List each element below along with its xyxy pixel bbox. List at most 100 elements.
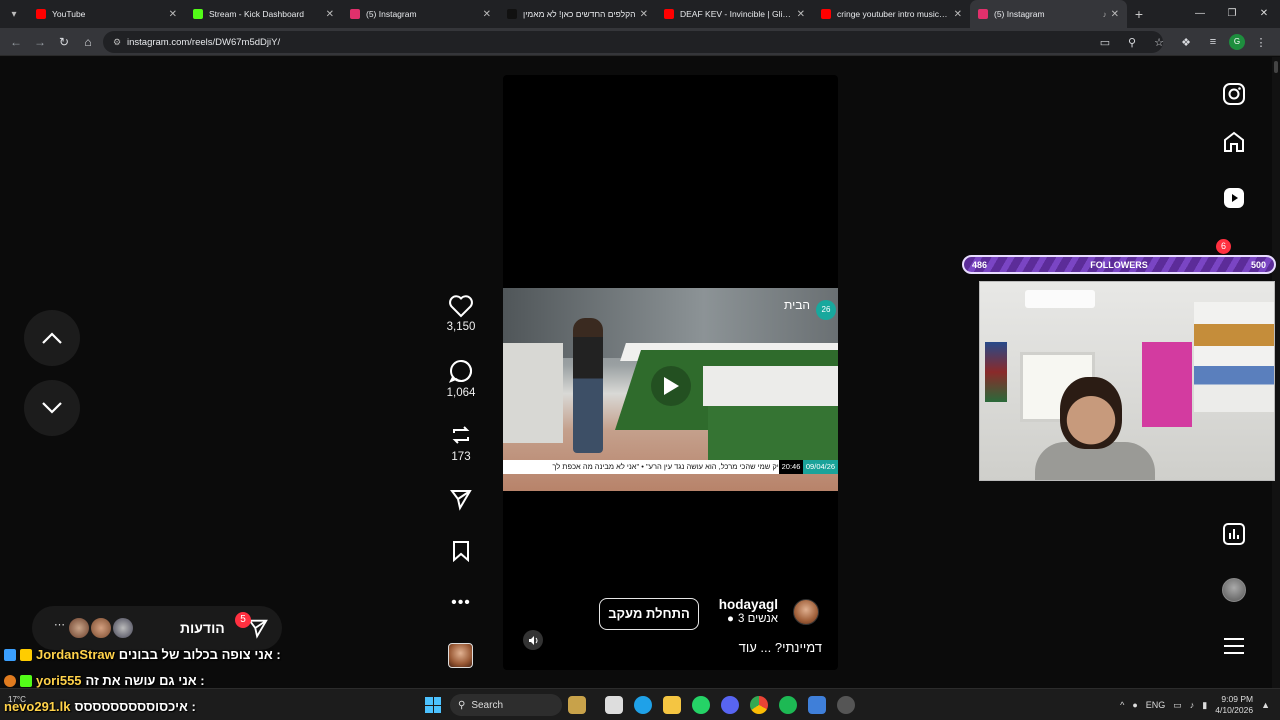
restore-button[interactable]: ❐ [1216,0,1248,28]
whatsapp-icon[interactable] [692,696,710,714]
tab-title: DEAF KEV - Invincible | Glitch H [680,9,793,19]
person-in-video [573,318,603,453]
browser-tab[interactable]: cringe youtuber intro music - Y ✕ [813,0,970,28]
discord-icon[interactable] [721,696,739,714]
system-tray: ^ ● ENG ▭ ♪ ▮ 9:09 PM 4/10/2026 ▲ [1120,689,1270,720]
file-explorer-icon[interactable] [663,696,681,714]
close-tab-icon[interactable]: ✕ [326,9,334,20]
obs-icon[interactable] [837,696,855,714]
follow-button[interactable]: התחלת מעקב [599,598,699,630]
mute-button[interactable] [523,630,543,650]
close-tab-icon[interactable]: ✕ [797,9,805,20]
comment-count: 1,064 [446,387,476,399]
repost-icon[interactable] [449,422,473,448]
notification-bell-icon[interactable]: ▲ [1261,700,1270,710]
chat-text: איכסוססססססססס : [74,699,196,714]
browser-tab[interactable]: (5) Instagram ♪ ✕ [970,0,1127,28]
zoom-icon[interactable]: ⚲ [1121,36,1143,49]
user-icon: ● [727,613,734,625]
browser-tab[interactable]: YouTube ✕ [28,0,185,28]
audio-thumbnail[interactable] [448,643,473,668]
edge-icon[interactable] [634,696,652,714]
reel-author-avatar[interactable] [793,599,819,625]
chrome-icon[interactable] [750,696,768,714]
hamburger-menu-icon[interactable] [1218,630,1250,662]
network-icon[interactable]: ▭ [1173,700,1182,711]
close-tab-icon[interactable]: ✕ [483,9,491,20]
reel-player[interactable]: הבית 26 זה מצחיק שמי שהכי מרכל, הוא עושה… [503,75,838,670]
browser-tab[interactable]: DEAF KEV - Invincible | Glitch H ✕ [656,0,813,28]
profile-avatar[interactable]: G [1229,34,1245,50]
close-tab-icon[interactable]: ✕ [954,9,962,20]
start-button[interactable] [425,697,441,713]
notepad-icon[interactable] [808,696,826,714]
browser-tab[interactable]: (5) Instagram ✕ [342,0,499,28]
forward-button[interactable]: → [28,35,52,49]
widgets-icon[interactable] [568,696,586,714]
chat-text: אני צופה בכלוב של בבונים : [118,647,281,662]
language-indicator[interactable]: ENG [1146,700,1166,710]
reel-caption[interactable]: דמיינתי? ... עוד [739,640,822,655]
bookmark-star-icon[interactable]: ☆ [1148,36,1170,49]
tab-search-button[interactable]: ▾ [0,0,28,28]
minimize-button[interactable]: — [1184,0,1216,28]
previous-reel-button[interactable] [24,310,80,366]
ticker-date: 09/04/26 [803,460,838,474]
tab-favicon-icon [507,9,517,19]
video-frame[interactable]: הבית 26 זה מצחיק שמי שהכי מרכל, הוא עושה… [503,288,838,491]
clock[interactable]: 9:09 PM 4/10/2026 [1215,694,1253,716]
media-controls-icon[interactable]: ≡ [1202,36,1224,48]
close-tab-icon[interactable]: ✕ [640,9,648,20]
notifications-pill[interactable]: ⋯ הודעות 5 [32,606,282,650]
address-bar[interactable]: ⚙ instagram.com/reels/DW67m5dDjiY/ [103,31,1163,53]
speaker-icon [528,635,537,645]
tab-title: YouTube [52,9,86,19]
browser-tab[interactable]: Stream - Kick Dashboard ✕ [185,0,342,28]
volume-icon[interactable]: ♪ [1190,700,1195,710]
tab-title: (5) Instagram [366,9,417,19]
tab-audio-icon[interactable]: ♪ [1103,10,1107,19]
tab-favicon-icon [193,9,203,19]
browser-tab[interactable]: הקלפים החדשים כאן! לא מאמין ✕ [499,0,656,28]
search-icon: ⚲ [458,699,466,711]
insights-icon[interactable] [1218,518,1250,550]
close-tab-icon[interactable]: ✕ [1111,9,1119,20]
chevron-down-icon [42,402,62,414]
microphone-icon[interactable]: ● [1132,700,1137,710]
chat-username: yori555 [36,673,82,688]
profile-avatar-nav[interactable] [1218,574,1250,606]
cast-icon[interactable]: ▭ [1094,36,1116,49]
task-view-icon[interactable] [605,696,623,714]
site-info-icon[interactable]: ⚙ [113,37,127,48]
more-icon[interactable]: ⋯ [54,618,65,631]
instagram-logo-icon[interactable] [1218,78,1250,110]
repost-count: 173 [451,451,471,463]
share-icon[interactable] [449,487,473,511]
new-tab-button[interactable]: + [1127,6,1151,22]
home-button[interactable]: ⌂ [76,35,100,49]
play-button[interactable] [651,366,691,406]
kick-icon [20,674,32,687]
heart-icon[interactable] [448,294,474,318]
reload-button[interactable]: ↻ [52,35,76,49]
spotify-icon[interactable] [779,696,797,714]
share-action [440,487,482,511]
bookmark-icon[interactable] [451,540,471,562]
window-controls: — ❐ ✕ [1184,0,1280,28]
chevron-up-icon[interactable]: ^ [1120,700,1124,710]
back-button[interactable]: ← [4,35,28,49]
more-options-icon[interactable]: ••• [451,594,471,612]
reel-username[interactable]: hodayagl [719,597,778,612]
close-tab-icon[interactable]: ✕ [169,9,177,20]
extensions-icon[interactable]: ❖ [1175,36,1197,49]
badge-icon [4,674,16,687]
close-window-button[interactable]: ✕ [1248,0,1280,28]
comment-icon[interactable] [448,358,474,384]
next-reel-button[interactable] [24,380,80,436]
menu-icon[interactable]: ⋮ [1250,36,1272,49]
like-count: 3,150 [446,321,476,333]
reels-icon[interactable] [1218,182,1250,214]
battery-icon[interactable]: ▮ [1202,700,1207,711]
taskbar-search[interactable]: ⚲ Search [450,694,562,716]
home-icon[interactable] [1218,126,1250,158]
